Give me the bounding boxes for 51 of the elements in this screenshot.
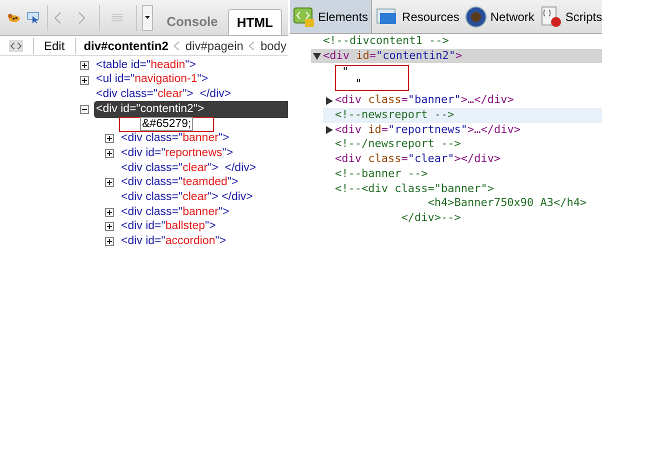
element-node[interactable]: <div class="teamded"> (119, 174, 246, 192)
comment-line: <h4>Banner750x90 A3</h4> (426, 196, 587, 211)
breadcrumb-item[interactable]: div#contentin2 (84, 36, 168, 54)
expand-icon[interactable] (105, 178, 114, 188)
expanded-triangle-icon[interactable] (313, 52, 321, 60)
panel-tab[interactable]: Network (462, 0, 538, 33)
separator-icon (249, 42, 254, 50)
collapse-icon[interactable] (80, 104, 89, 114)
element-node[interactable]: <div class="clear"> </div> (119, 188, 261, 206)
code-brackets-icon (293, 6, 315, 28)
code-toggle-icon[interactable] (9, 40, 23, 52)
comment-line: <!--<div class="banner"> (335, 182, 494, 196)
globe-icon (465, 6, 488, 28)
expand-icon[interactable] (80, 60, 89, 70)
comment-line: <!--divcontent1 --> (323, 34, 449, 49)
element-node[interactable]: <div class="banner">…</div> (335, 92, 514, 109)
separator-icon (174, 42, 180, 50)
breadcrumb-item[interactable]: body (260, 36, 286, 54)
expand-icon[interactable] (80, 76, 89, 85)
panel-tab[interactable]: HTML (228, 9, 282, 35)
element-node[interactable]: <div class="banner"> (119, 204, 238, 221)
edit-button[interactable]: Edit (34, 36, 75, 54)
comment-line: <!--newsreport --> (335, 108, 454, 123)
element-node[interactable]: <div class="clear"></div> (335, 151, 501, 168)
expand-icon[interactable] (105, 237, 114, 246)
comment-line: <!--banner --> (335, 166, 428, 182)
element-node[interactable]: <div id="contentin2"> (94, 100, 288, 118)
panel-tab[interactable]: Scripts (537, 0, 602, 33)
element-node[interactable]: <div id="reportnews">…</div> (335, 122, 520, 138)
collapsed-triangle-icon[interactable] (326, 96, 333, 105)
element-node[interactable]: <div class="clear"> </div> (94, 86, 240, 104)
comment-line: </div>--> (400, 210, 461, 226)
dropdown-button[interactable] (142, 4, 153, 30)
expand-icon[interactable] (105, 208, 114, 217)
panel-tab[interactable]: Resources (372, 0, 462, 33)
text-node: &#65279; (119, 116, 214, 132)
expand-icon[interactable] (105, 222, 114, 232)
expand-icon[interactable] (105, 134, 114, 144)
element-node[interactable]: <div id="reportnews"> (119, 144, 242, 162)
element-node[interactable]: <div class="clear"> </div> (119, 160, 264, 177)
collapsed-triangle-icon[interactable] (326, 126, 333, 134)
caret-icon (144, 16, 150, 19)
text-node: " " (335, 65, 409, 92)
comment-line: <!--/newsreport --> (335, 137, 461, 152)
panel-tab[interactable]: Elements (290, 0, 372, 33)
element-node[interactable]: <table id="headin"> (94, 56, 204, 74)
element-node[interactable]: <div class="banner"> (119, 130, 238, 148)
breadcrumb-item[interactable]: div#pagein (185, 36, 244, 54)
element-node[interactable]: <ul id="navigation-1"> (94, 71, 216, 89)
script-file-icon (540, 6, 562, 28)
expand-icon[interactable] (105, 148, 114, 158)
